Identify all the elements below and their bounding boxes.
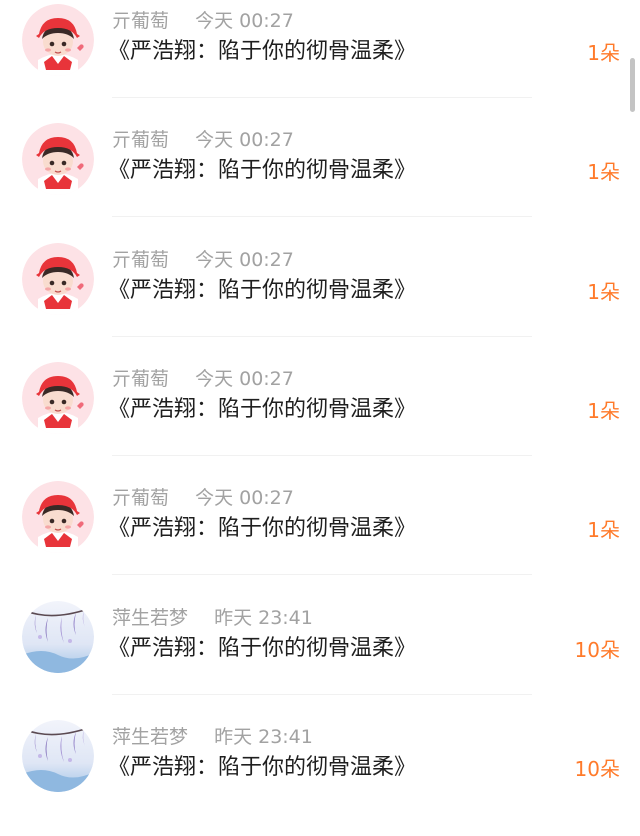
- comment-meta: 萍生若梦 昨天 23:41: [112, 725, 313, 749]
- divider: [112, 216, 532, 217]
- book-title-link[interactable]: 《严浩翔：陷于你的彻骨温柔》: [108, 396, 416, 424]
- username[interactable]: 萍生若梦: [112, 606, 188, 630]
- avatar[interactable]: [22, 601, 94, 673]
- avatar[interactable]: [22, 243, 94, 315]
- timestamp: 今天 00:27: [195, 368, 294, 390]
- vertical-scrollbar[interactable]: [630, 58, 635, 112]
- wisteria-avatar-icon: [22, 601, 94, 673]
- flower-count: 1朵: [587, 41, 620, 65]
- timestamp: 昨天 23:41: [214, 726, 313, 748]
- flower-count: 1朵: [587, 518, 620, 542]
- divider: [112, 97, 532, 98]
- book-title-link[interactable]: 《严浩翔：陷于你的彻骨温柔》: [108, 38, 416, 66]
- avatar[interactable]: [22, 123, 94, 195]
- comment-meta: 亓葡萄 今天 00:27: [112, 367, 294, 391]
- flower-count: 10朵: [574, 757, 620, 781]
- list-item[interactable]: 亓葡萄 今天 00:27 《严浩翔：陷于你的彻骨温柔》 1朵: [0, 0, 640, 120]
- red-cap-boy-avatar-icon: [22, 481, 94, 553]
- red-cap-boy-avatar-icon: [22, 243, 94, 315]
- flower-count: 1朵: [587, 399, 620, 423]
- comment-meta: 亓葡萄 今天 00:27: [112, 486, 294, 510]
- avatar[interactable]: [22, 720, 94, 792]
- red-cap-boy-avatar-icon: [22, 4, 94, 76]
- divider: [112, 694, 532, 695]
- book-title-link[interactable]: 《严浩翔：陷于你的彻骨温柔》: [108, 754, 416, 782]
- username[interactable]: 萍生若梦: [112, 725, 188, 749]
- divider: [112, 455, 532, 456]
- comment-meta: 亓葡萄 今天 00:27: [112, 9, 294, 33]
- username[interactable]: 亓葡萄: [112, 248, 169, 272]
- comment-meta: 亓葡萄 今天 00:27: [112, 128, 294, 152]
- timestamp: 昨天 23:41: [214, 607, 313, 629]
- comment-meta: 萍生若梦 昨天 23:41: [112, 606, 313, 630]
- comment-meta: 亓葡萄 今天 00:27: [112, 248, 294, 272]
- book-title-link[interactable]: 《严浩翔：陷于你的彻骨温柔》: [108, 515, 416, 543]
- list-item[interactable]: 亓葡萄 今天 00:27 《严浩翔：陷于你的彻骨温柔》 1朵: [0, 477, 640, 597]
- red-cap-boy-avatar-icon: [22, 123, 94, 195]
- timestamp: 今天 00:27: [195, 487, 294, 509]
- wisteria-avatar-icon: [22, 720, 94, 792]
- flower-count: 1朵: [587, 280, 620, 304]
- book-title-link[interactable]: 《严浩翔：陷于你的彻骨温柔》: [108, 277, 416, 305]
- list-item[interactable]: 亓葡萄 今天 00:27 《严浩翔：陷于你的彻骨温柔》 1朵: [0, 239, 640, 359]
- timestamp: 今天 00:27: [195, 249, 294, 271]
- list-item[interactable]: 萍生若梦 昨天 23:41 《严浩翔：陷于你的彻骨温柔》 10朵: [0, 716, 640, 836]
- list-item[interactable]: 亓葡萄 今天 00:27 《严浩翔：陷于你的彻骨温柔》 1朵: [0, 119, 640, 239]
- avatar[interactable]: [22, 362, 94, 434]
- book-title-link[interactable]: 《严浩翔：陷于你的彻骨温柔》: [108, 635, 416, 663]
- flower-count: 10朵: [574, 638, 620, 662]
- username[interactable]: 亓葡萄: [112, 367, 169, 391]
- username[interactable]: 亓葡萄: [112, 486, 169, 510]
- username[interactable]: 亓葡萄: [112, 128, 169, 152]
- red-cap-boy-avatar-icon: [22, 362, 94, 434]
- book-title-link[interactable]: 《严浩翔：陷于你的彻骨温柔》: [108, 157, 416, 185]
- avatar[interactable]: [22, 4, 94, 76]
- username[interactable]: 亓葡萄: [112, 9, 169, 33]
- divider: [112, 574, 532, 575]
- avatar[interactable]: [22, 481, 94, 553]
- list-item[interactable]: 萍生若梦 昨天 23:41 《严浩翔：陷于你的彻骨温柔》 10朵: [0, 597, 640, 717]
- list-item[interactable]: 亓葡萄 今天 00:27 《严浩翔：陷于你的彻骨温柔》 1朵: [0, 358, 640, 478]
- flower-count: 1朵: [587, 160, 620, 184]
- timestamp: 今天 00:27: [195, 10, 294, 32]
- divider: [112, 336, 532, 337]
- timestamp: 今天 00:27: [195, 129, 294, 151]
